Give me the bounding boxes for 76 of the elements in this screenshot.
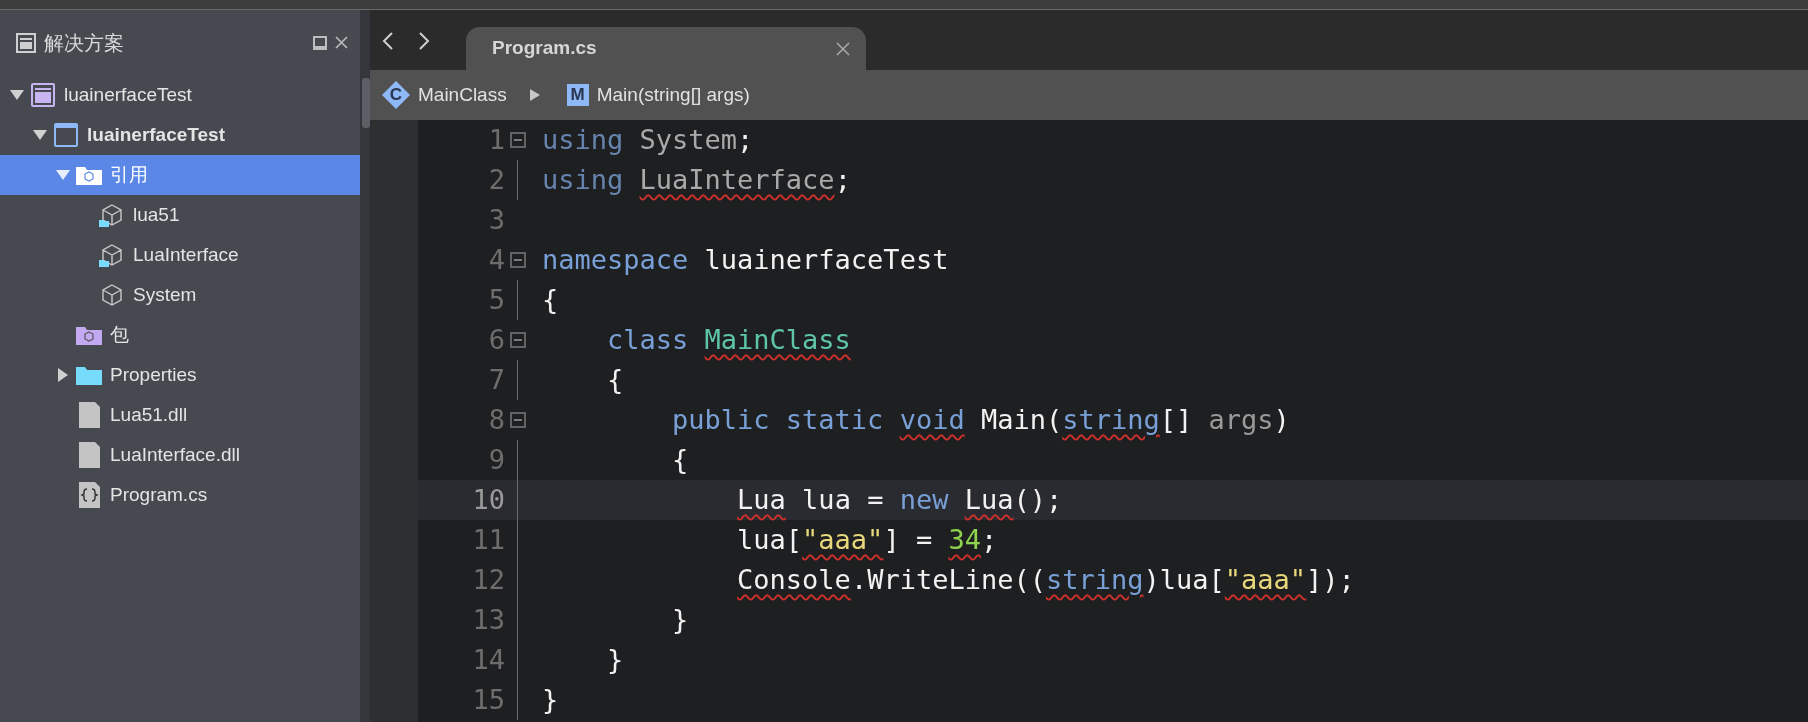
tree-item-label: 引用 — [110, 162, 148, 187]
cube-icon — [99, 283, 125, 307]
code-line: using LuaInterface; — [542, 162, 851, 197]
code-line: public static void Main(string[] args) — [671, 402, 1290, 437]
tree-item-label: LuaInterface — [133, 242, 239, 267]
tree-item[interactable]: lua51 — [0, 195, 360, 235]
tree-item[interactable]: Properties — [0, 355, 360, 395]
file-icon — [77, 401, 101, 429]
tree-item-label: Lua51.dll — [110, 402, 188, 427]
line-number: 4 — [487, 242, 505, 277]
tree-item[interactable]: luainerfaceTest — [0, 75, 360, 115]
line-number: 14 — [471, 642, 505, 677]
tree-item[interactable]: luainerfaceTest — [0, 115, 360, 155]
panel-icon — [16, 32, 36, 53]
code-line: } — [542, 682, 559, 717]
line-number: 5 — [487, 282, 505, 317]
solution-icon — [31, 83, 55, 107]
breadcrumb-item[interactable]: Main(string[] args) — [596, 80, 750, 110]
code-line: using System; — [542, 122, 754, 157]
breadcrumb-item[interactable]: MainClass — [418, 80, 507, 110]
fold-toggle-icon[interactable] — [510, 332, 526, 348]
fold-toggle-icon[interactable] — [510, 132, 526, 148]
tree-item[interactable]: Program.cs — [0, 475, 360, 515]
panel-title: 解决方案 — [44, 30, 124, 56]
close-icon[interactable] — [836, 41, 850, 56]
tree-item-label: LuaInterface.dll — [110, 442, 240, 467]
line-number: 13 — [471, 602, 505, 637]
tree-item-label: luainerfaceTest — [87, 122, 225, 147]
file-icon — [77, 441, 101, 469]
fold-toggle-icon[interactable] — [510, 252, 526, 268]
line-number: 7 — [487, 362, 505, 397]
tree-item-label: lua51 — [133, 202, 180, 227]
tree-item-label: luainerfaceTest — [64, 82, 192, 107]
line-number: 10 — [471, 482, 505, 517]
code-file-icon — [77, 481, 101, 509]
tree-item[interactable]: LuaInterface.dll — [0, 435, 360, 475]
forward-icon[interactable] — [418, 30, 430, 51]
code-line: { — [542, 282, 559, 317]
tree-item-label: 包 — [110, 322, 129, 347]
tree-item[interactable]: System — [0, 275, 360, 315]
line-number: 2 — [487, 162, 505, 197]
close-icon[interactable] — [335, 36, 348, 49]
code-line: lua["aaa"] = 34; — [736, 522, 998, 557]
line-number: 3 — [487, 202, 505, 237]
tree-item[interactable]: Lua51.dll — [0, 395, 360, 435]
editor-tab[interactable]: Program.cs — [466, 27, 866, 70]
cube-icon — [99, 243, 125, 267]
tree-item-label: Properties — [110, 362, 197, 387]
separator-arrow-icon — [528, 88, 541, 102]
line-number: 6 — [487, 322, 505, 357]
scrollbar-thumb[interactable] — [362, 78, 370, 128]
project-icon — [54, 123, 78, 147]
code-line: namespace luainerfaceTest — [542, 242, 949, 277]
code-line: } — [606, 642, 624, 677]
line-number: 15 — [471, 682, 505, 717]
line-number: 12 — [471, 562, 505, 597]
line-number: 1 — [487, 122, 505, 157]
tree-item[interactable]: 包 — [0, 315, 360, 355]
line-number: 9 — [487, 442, 505, 477]
code-line: Console.WriteLine((string)lua["aaa"]); — [736, 562, 1355, 597]
tree-item-label: Program.cs — [110, 482, 208, 507]
code-line: } — [671, 602, 689, 637]
tree-item-label: System — [133, 282, 197, 307]
maximize-icon[interactable] — [313, 35, 327, 50]
code-line: Lua lua = new Lua(); — [736, 482, 1063, 517]
method-icon: M — [566, 84, 589, 106]
cube-icon — [99, 203, 125, 227]
line-number: 11 — [471, 522, 505, 557]
back-icon[interactable] — [382, 30, 394, 51]
tree-item[interactable]: LuaInterface — [0, 235, 360, 275]
fold-toggle-icon[interactable] — [510, 412, 526, 428]
class-icon: C — [382, 81, 410, 109]
code-line: { — [606, 362, 624, 397]
line-number: 8 — [487, 402, 505, 437]
code-line: class MainClass — [606, 322, 851, 357]
code-line: { — [671, 442, 689, 477]
